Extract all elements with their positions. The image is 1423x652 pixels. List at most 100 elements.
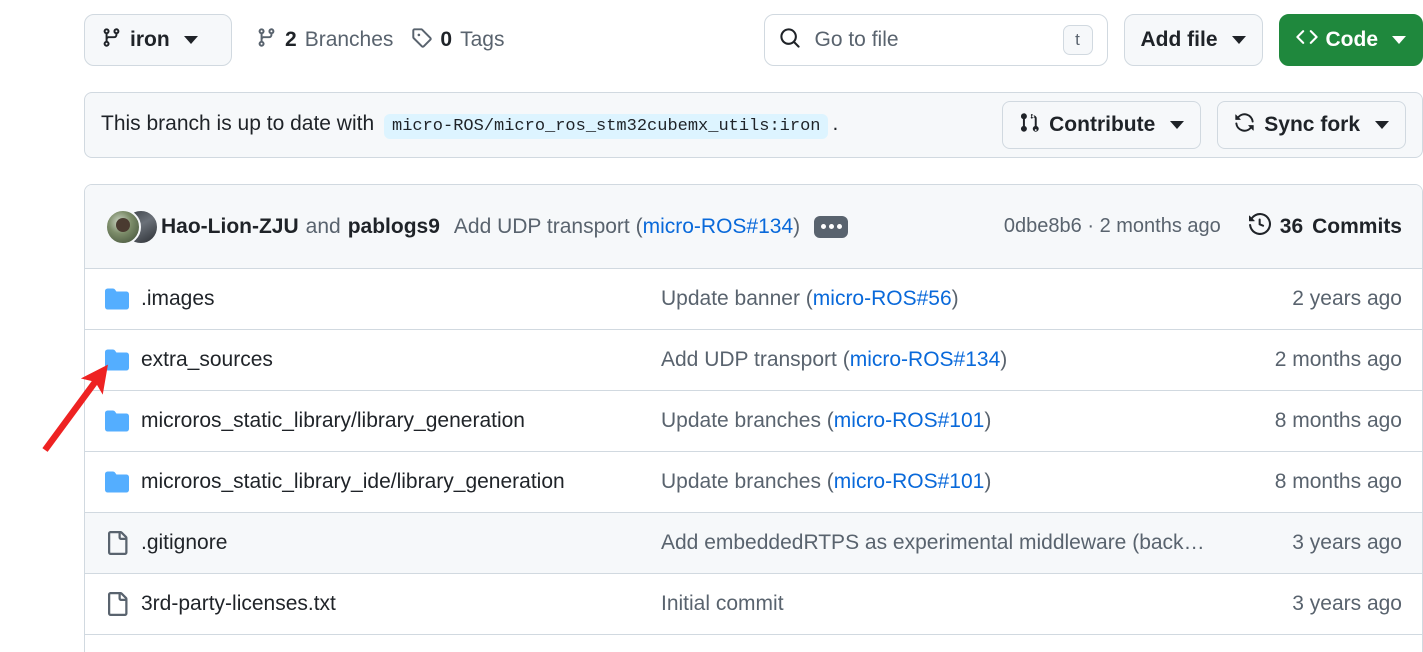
status-text-before: This branch is up to date with xyxy=(101,112,374,135)
upstream-ref-chip[interactable]: micro-ROS/micro_ros_stm32cubemx_utils:ir… xyxy=(384,114,828,139)
file-name-label[interactable]: extra_sources xyxy=(141,348,273,371)
commit-message-link[interactable]: micro-ROS#101 xyxy=(834,409,985,432)
sync-fork-label: Sync fork xyxy=(1264,113,1360,137)
file-name-cell[interactable]: microros_static_library_ide/library_gene… xyxy=(141,470,661,494)
folder-icon xyxy=(105,409,141,433)
commit-message-text: Update branches ( xyxy=(661,470,834,493)
commit-separator: · xyxy=(1087,215,1094,237)
contribute-label: Contribute xyxy=(1049,113,1155,137)
branch-name-label: iron xyxy=(130,28,170,52)
file-name-cell[interactable]: .gitignore xyxy=(141,531,661,555)
commit-author-primary[interactable]: Hao-Lion-ZJU xyxy=(161,215,299,239)
branch-selector-button[interactable]: iron xyxy=(84,14,232,66)
table-row[interactable]: microros_static_library/library_generati… xyxy=(85,391,1422,452)
commit-message-cell[interactable]: Initial commit xyxy=(661,592,1232,616)
file-icon xyxy=(105,531,141,555)
tags-link[interactable]: 0 Tags xyxy=(411,27,504,54)
commit-message-cell[interactable]: Update branches (micro-ROS#101) xyxy=(661,470,1232,494)
branches-link[interactable]: 2 Branches xyxy=(256,27,393,54)
search-icon xyxy=(779,27,801,54)
table-row[interactable]: extra_sources Add UDP transport (micro-RO… xyxy=(85,330,1422,391)
commit-hash[interactable]: 0dbe8b6 · 2 months ago xyxy=(1004,215,1221,238)
commit-message-cell[interactable]: Update branches (micro-ROS#101) xyxy=(661,409,1232,433)
file-name-label[interactable]: microros_static_library_ide/library_gene… xyxy=(141,470,565,493)
file-name-cell[interactable]: microros_static_library/library_generati… xyxy=(141,409,661,433)
commit-author-conjunction: and xyxy=(306,215,341,239)
code-label: Code xyxy=(1326,28,1379,52)
file-name-label[interactable]: microros_static_library/library_generati… xyxy=(141,409,525,432)
repo-toolbar: iron 2 Branches 0 Tags t xyxy=(84,14,1423,66)
commit-author-secondary[interactable]: pablogs9 xyxy=(348,215,440,239)
commit-time-cell: 3 years ago xyxy=(1232,531,1402,555)
commit-message-link[interactable]: micro-ROS#134 xyxy=(850,348,1001,371)
branch-status-bar: This branch is up to date with micro-ROS… xyxy=(84,92,1423,158)
commit-message-link[interactable]: micro-ROS#56 xyxy=(813,287,952,310)
latest-commit-header: Hao-Lion-ZJU and pablogs9 Add UDP transp… xyxy=(85,185,1422,269)
tags-label: Tags xyxy=(460,28,504,52)
file-name-label[interactable]: .gitignore xyxy=(141,531,227,554)
commit-time-cell: 8 months ago xyxy=(1232,470,1402,494)
search-shortcut-badge: t xyxy=(1063,25,1093,55)
dot xyxy=(837,224,842,229)
chevron-down-icon xyxy=(1375,121,1389,129)
sync-icon xyxy=(1234,112,1255,139)
dot xyxy=(829,224,834,229)
branches-count: 2 xyxy=(285,28,297,52)
contribute-button[interactable]: Contribute xyxy=(1002,101,1201,149)
github-repo-file-browser: iron 2 Branches 0 Tags t xyxy=(0,0,1423,652)
avatar-stack xyxy=(105,209,161,245)
file-browser-panel: Hao-Lion-ZJU and pablogs9 Add UDP transp… xyxy=(84,184,1423,652)
table-row[interactable]: 3rd-party-licenses.txt Initial commit3 ye… xyxy=(85,574,1422,635)
folder-icon xyxy=(105,287,141,311)
commit-message-text: Add UDP transport ( xyxy=(454,215,643,238)
commit-message-text: Add UDP transport ( xyxy=(661,348,850,371)
search-input[interactable] xyxy=(813,27,1063,53)
commit-message-tail: ) xyxy=(1000,348,1007,371)
avatar[interactable] xyxy=(105,209,141,245)
commit-message-cell[interactable]: Add UDP transport (micro-ROS#134) xyxy=(661,348,1232,372)
commit-time-cell: 3 years ago xyxy=(1232,592,1402,616)
add-file-button[interactable]: Add file xyxy=(1124,14,1263,66)
latest-commit-message[interactable]: Add UDP transport (micro-ROS#134) xyxy=(454,215,800,239)
commit-message-link[interactable]: micro-ROS#134 xyxy=(643,215,794,238)
table-row[interactable]: .imagesUpdate banner (micro-ROS#56)2 yea… xyxy=(85,269,1422,330)
commit-message-tail: ) xyxy=(984,470,991,493)
chevron-down-icon xyxy=(1170,121,1184,129)
git-branch-icon xyxy=(256,27,277,54)
file-name-cell[interactable]: .images xyxy=(141,287,661,311)
file-name-label[interactable]: .images xyxy=(141,287,215,310)
file-name-label[interactable]: 3rd-party-licenses.txt xyxy=(141,592,336,615)
tags-count: 0 xyxy=(440,28,452,52)
commits-count-link[interactable]: 36 Commits xyxy=(1249,213,1402,241)
history-clock-icon xyxy=(1249,213,1271,241)
code-brackets-icon xyxy=(1296,26,1318,54)
code-button[interactable]: Code xyxy=(1279,14,1423,66)
file-icon xyxy=(105,592,141,616)
branch-status-text: This branch is up to date with micro-ROS… xyxy=(101,112,838,139)
expand-commit-message-button[interactable] xyxy=(814,216,848,238)
tag-icon xyxy=(411,27,432,54)
dot xyxy=(821,224,826,229)
branches-label: Branches xyxy=(305,28,394,52)
commit-message-cell[interactable]: Update banner (micro-ROS#56) xyxy=(661,287,1232,311)
chevron-down-icon xyxy=(1232,36,1246,44)
commit-message-text: Update branches ( xyxy=(661,409,834,432)
table-row[interactable]: microros_static_library_ide/library_gene… xyxy=(85,452,1422,513)
search-box[interactable]: t xyxy=(764,14,1108,66)
commit-hash-value: 0dbe8b6 xyxy=(1004,215,1082,237)
sync-fork-button[interactable]: Sync fork xyxy=(1217,101,1406,149)
file-list: .imagesUpdate banner (micro-ROS#56)2 yea… xyxy=(85,269,1422,635)
git-pull-request-icon xyxy=(1019,112,1040,139)
status-text-after: . xyxy=(832,112,838,135)
commit-message-cell[interactable]: Add embeddedRTPS as experimental middlew… xyxy=(661,531,1232,555)
file-name-cell[interactable]: 3rd-party-licenses.txt xyxy=(141,592,661,616)
file-name-cell[interactable]: extra_sources xyxy=(141,348,661,372)
git-branch-icon xyxy=(101,27,122,54)
commit-message-link[interactable]: micro-ROS#101 xyxy=(834,470,985,493)
commit-meta: 0dbe8b6 · 2 months ago 36 Commits xyxy=(1004,213,1402,241)
commit-message-tail: ) xyxy=(984,409,991,432)
status-actions: Contribute Sync fork xyxy=(1002,101,1406,149)
table-row[interactable]: .gitignore Add embeddedRTPS as experiment… xyxy=(85,513,1422,574)
commit-time-cell: 8 months ago xyxy=(1232,409,1402,433)
folder-icon xyxy=(105,470,141,494)
